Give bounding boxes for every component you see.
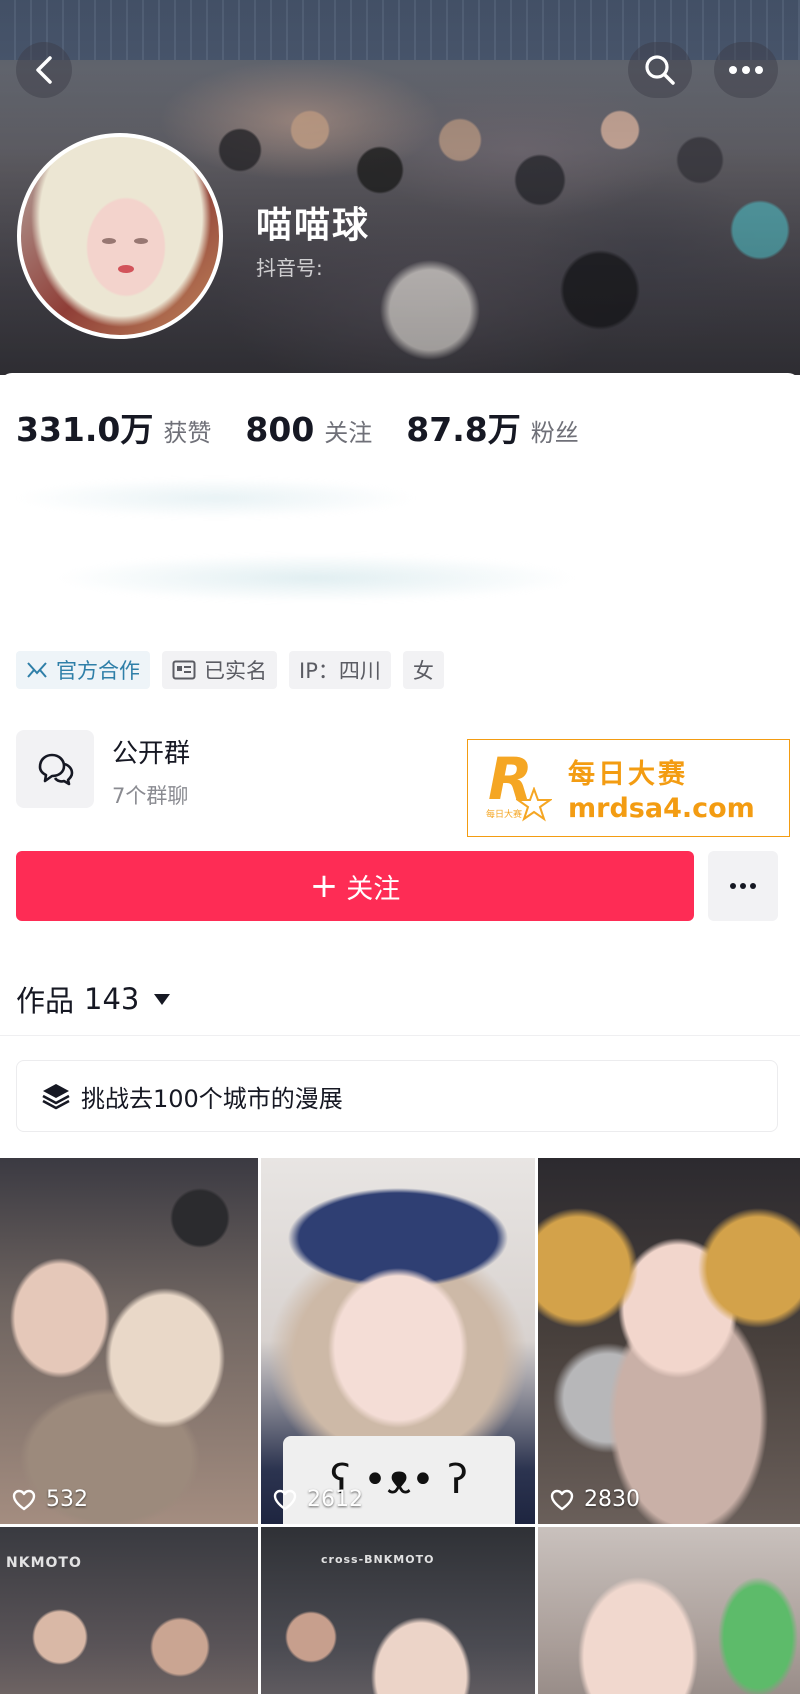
tag-verified: 已实名 (162, 651, 277, 689)
bio-blurred (16, 468, 776, 628)
stat-following-label: 关注 (324, 419, 373, 447)
layers-icon (42, 1084, 70, 1110)
follow-button[interactable]: + 关注 (16, 851, 694, 921)
video-thumbnail[interactable]: NKMOTO (0, 1527, 258, 1694)
stat-following[interactable]: 800 关注 (245, 410, 372, 449)
tag-ip-label: IP：四川 (299, 659, 381, 683)
group-subtitle: 7个群聊 (112, 784, 189, 808)
search-button[interactable] (628, 42, 692, 98)
official-cooperation-icon (27, 662, 47, 678)
like-count: 2830 (550, 1487, 640, 1512)
stat-following-value: 800 (245, 410, 315, 449)
tag-verified-label: 已实名 (204, 659, 267, 683)
watermark-line1: 每日大赛 (568, 759, 688, 790)
avatar[interactable] (17, 133, 223, 339)
like-count: 2612 (273, 1487, 363, 1512)
stat-likes-value: 331.0万 (16, 410, 154, 449)
watermark-text: 每日大赛 mrdsa4.com (568, 752, 755, 824)
collection-label: 挑战去100个城市的漫展 (81, 1084, 343, 1113)
video-thumbnail[interactable] (538, 1527, 800, 1694)
back-button[interactable] (16, 42, 72, 98)
like-count-value: 2830 (584, 1487, 640, 1512)
like-count-value: 532 (46, 1487, 88, 1512)
search-icon (645, 55, 675, 85)
profile-tags: 官方合作 已实名 IP：四川 女 (16, 651, 456, 689)
tag-official-label: 官方合作 (56, 659, 140, 683)
stat-followers-value: 87.8万 (406, 410, 521, 449)
id-card-icon (172, 660, 196, 680)
video-thumbnail[interactable]: cross-BNKMOTO (261, 1527, 535, 1694)
like-count: 532 (12, 1487, 88, 1512)
stat-likes[interactable]: 331.0万 获赞 (16, 403, 211, 451)
video-thumbnail[interactable]: 532 (0, 1158, 258, 1524)
douyin-id-label[interactable]: 抖音号: (256, 252, 323, 281)
heart-icon (12, 1489, 36, 1510)
tag-official-cooperation[interactable]: 官方合作 (16, 651, 150, 689)
more-dots-icon (729, 66, 763, 74)
avatar-face (102, 238, 148, 273)
works-tab[interactable]: 作品 143 (16, 978, 171, 1020)
more-dots-icon (730, 883, 756, 889)
stat-followers-label: 粉丝 (530, 419, 579, 447)
plus-icon: + (309, 866, 339, 906)
stat-followers[interactable]: 87.8万 粉丝 (406, 403, 578, 451)
heart-icon (273, 1489, 297, 1510)
video-thumbnail[interactable]: ʕ •ᴥ• ʔ 2612 (261, 1158, 535, 1524)
collection-item[interactable]: 挑战去100个城市的漫展 (16, 1060, 778, 1132)
tag-gender: 女 (402, 651, 444, 689)
stats-row: 331.0万 获赞 800 关注 87.8万 粉丝 (16, 403, 613, 451)
like-count-value: 2612 (307, 1487, 363, 1512)
tile-sign-text: cross-BNKMOTO (321, 1553, 435, 1566)
works-divider (0, 1035, 800, 1036)
video-thumbnail[interactable]: 2830 (538, 1158, 800, 1524)
group-title[interactable]: 公开群 (112, 733, 190, 770)
watermark-logo-small: 每日大赛 (486, 810, 523, 820)
chevron-left-icon (36, 56, 52, 84)
tag-gender-label: 女 (412, 659, 434, 683)
username: 喵喵球 (256, 205, 371, 246)
caret-down-icon (154, 994, 171, 1005)
works-label: 作品 (16, 984, 75, 1018)
heart-icon (550, 1489, 574, 1510)
tag-ip-location: IP：四川 (289, 651, 391, 689)
stat-likes-label: 获赞 (163, 419, 212, 447)
works-count: 143 (84, 982, 140, 1016)
follow-label: 关注 (346, 873, 401, 905)
more-options-button[interactable] (714, 42, 778, 98)
watermark-logo: R 每日大赛 (468, 739, 568, 837)
chat-bubbles-icon (38, 753, 74, 786)
tile-sign-text: NKMOTO (6, 1555, 82, 1571)
follow-more-button[interactable] (708, 851, 778, 921)
watermark-ad: R 每日大赛 每日大赛 mrdsa4.com (467, 739, 790, 837)
watermark-line2: mrdsa4.com (568, 793, 755, 824)
group-chat-button[interactable] (16, 730, 94, 808)
